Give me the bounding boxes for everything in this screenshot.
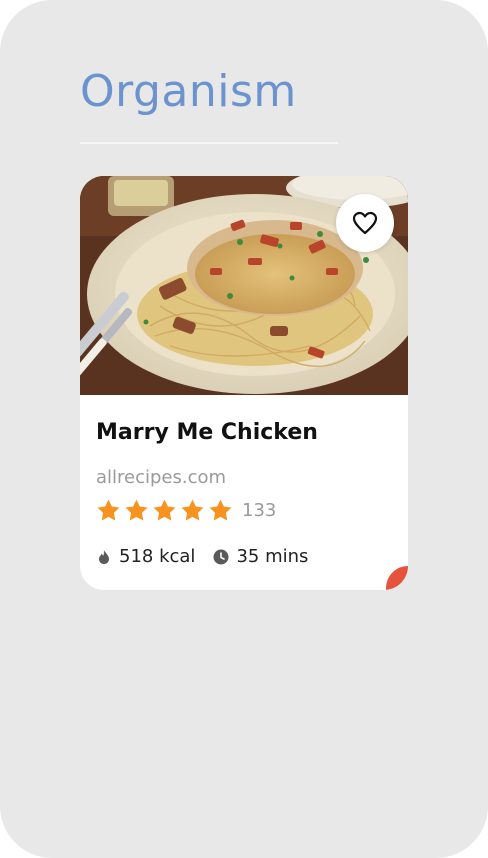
recipe-source: allrecipes.com	[96, 467, 227, 488]
flame-icon	[99, 549, 109, 564]
calories-value: 518 kcal	[119, 546, 196, 567]
star-icon	[125, 499, 148, 521]
star-icon	[97, 499, 120, 521]
recipe-title: Marry Me Chicken	[96, 420, 318, 445]
recipe-image[interactable]	[80, 176, 408, 395]
star-icon	[181, 499, 204, 521]
star-icon	[153, 499, 176, 521]
star-icon	[209, 499, 232, 521]
clock-icon	[213, 549, 229, 564]
rating-count: 133	[242, 500, 277, 521]
phone-panel: Organism Marry Me Chicken allrecipes.com…	[0, 0, 488, 858]
time-value: 35 mins	[236, 546, 309, 567]
calories-info: 518 kcal	[96, 546, 195, 567]
recipe-card[interactable]: Marry Me Chicken allrecipes.com 133 518 …	[80, 176, 408, 590]
title-divider	[80, 142, 338, 144]
heart-outline-icon	[352, 211, 378, 235]
favorite-button[interactable]	[336, 194, 394, 252]
recipe-meta: 518 kcal 35 mins	[96, 546, 308, 567]
star-rating: 133	[96, 498, 276, 523]
page-title: Organism	[80, 66, 297, 117]
time-info: 35 mins	[213, 546, 308, 567]
accent-dot	[386, 566, 408, 590]
